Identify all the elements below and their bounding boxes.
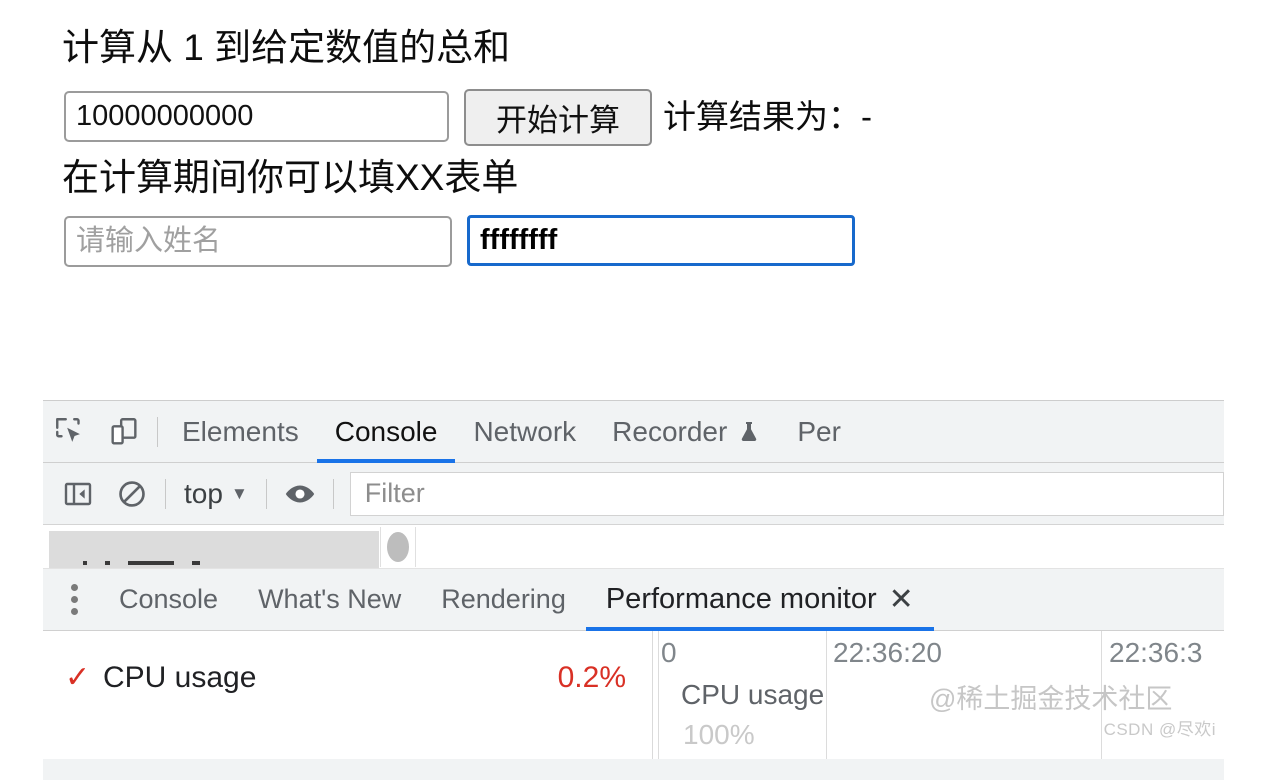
performance-monitor-body: ✓ CPU usage 0.2% 0 22:36:20 22:36:3 CPU …: [43, 631, 1224, 759]
tab-network[interactable]: Network: [455, 401, 594, 463]
tab-recorder-label: Recorder: [612, 415, 728, 447]
drawer-resize-handle[interactable]: [380, 527, 416, 567]
drawer-tab-console-label: Console: [119, 584, 219, 614]
chart-gridline: [826, 631, 827, 759]
tab-console-label: Console: [334, 415, 438, 447]
extra-text-input[interactable]: [467, 215, 855, 266]
tab-elements[interactable]: Elements: [164, 401, 317, 463]
chart-time-label: 22:36:20: [833, 637, 942, 668]
chart-title-cpu-usage: CPU usage: [681, 679, 825, 710]
page-title-sum-calculator: 计算从 1 到给定数值的总和: [62, 27, 511, 68]
web-page-content: 计算从 1 到给定数值的总和 开始计算 计算结果为：- 在计算期间你可以填XX表…: [0, 0, 1280, 392]
device-toolbar-icon[interactable]: [97, 405, 151, 459]
metric-row-cpu-usage[interactable]: ✓ CPU usage 0.2%: [43, 655, 652, 701]
tab-console[interactable]: Console: [316, 401, 456, 463]
resize-grip-dot: [387, 532, 409, 562]
number-input[interactable]: [64, 91, 449, 142]
drawer-tab-performance-monitor-label: Performance monitor: [605, 583, 877, 615]
watermark-juejin: @稀土掘金技术社区: [929, 684, 1173, 714]
close-icon[interactable]: ✕: [889, 584, 914, 615]
execution-context-selector[interactable]: top ▼: [172, 478, 260, 510]
drawer-tab-rendering-label: Rendering: [441, 584, 566, 614]
check-icon[interactable]: ✓: [65, 663, 103, 693]
devtools-tab-strip: Elements Console Network Recorder Per: [43, 401, 1224, 463]
page-subtitle-form-hint: 在计算期间你可以填XX表单: [62, 157, 519, 198]
performance-metrics-list: ✓ CPU usage 0.2%: [43, 631, 653, 759]
drawer-tab-performance-monitor[interactable]: Performance monitor ✕: [585, 569, 934, 631]
name-input[interactable]: [64, 216, 452, 267]
toolbar-divider-2: [165, 478, 166, 509]
execution-context-label: top: [184, 477, 223, 509]
metric-label-cpu-usage: CPU usage: [103, 661, 257, 694]
chart-max-label: 100%: [683, 719, 755, 750]
drawer-tab-bar: Console What's New Rendering Performance…: [43, 569, 1224, 631]
chart-time-label: 0: [661, 637, 677, 668]
sidebar-toggle-icon[interactable]: [51, 467, 105, 521]
start-calculation-button[interactable]: 开始计算: [464, 89, 652, 146]
toolbar-divider-4: [332, 478, 334, 509]
drawer-tab-console[interactable]: Console: [99, 569, 238, 631]
calculation-result-text: 计算结果为：-: [663, 98, 872, 135]
console-toolbar: top ▼ Filter: [43, 463, 1224, 525]
watermark-csdn: CSDN @尽欢i: [1103, 720, 1216, 739]
performance-chart: 0 22:36:20 22:36:3 CPU usage 100% @稀土掘金技…: [653, 631, 1224, 759]
screenshot-root: 计算从 1 到给定数值的总和 开始计算 计算结果为：- 在计算期间你可以填XX表…: [0, 0, 1280, 780]
filter-placeholder: Filter: [364, 478, 425, 508]
inspect-element-icon[interactable]: [43, 405, 97, 459]
tab-elements-label: Elements: [182, 415, 299, 447]
tab-performance[interactable]: Per: [779, 401, 859, 463]
clipped-console-text: [83, 561, 200, 565]
live-expression-icon[interactable]: [273, 467, 327, 521]
drawer-tab-whats-new-label: What's New: [258, 584, 402, 614]
flask-icon: [737, 419, 761, 445]
chevron-down-icon: ▼: [230, 483, 248, 503]
chart-time-label: 22:36:3: [1109, 637, 1203, 668]
metric-value-cpu-usage: 0.2%: [557, 661, 626, 694]
filter-input[interactable]: Filter: [349, 471, 1224, 516]
drawer-tab-rendering[interactable]: Rendering: [421, 569, 586, 631]
toolbar-divider-3: [265, 478, 267, 509]
drawer-tab-whats-new[interactable]: What's New: [238, 569, 421, 631]
tab-network-label: Network: [473, 415, 577, 447]
tab-recorder[interactable]: Recorder: [594, 401, 779, 463]
clear-console-icon[interactable]: [105, 467, 159, 521]
toolbar-divider: [157, 416, 158, 447]
devtools-panel: Elements Console Network Recorder Per to…: [43, 400, 1224, 780]
chart-gridline: [658, 631, 659, 759]
tab-performance-label: Per: [797, 415, 841, 447]
console-scroll-strip: [43, 525, 1224, 569]
more-options-icon[interactable]: [49, 573, 99, 627]
